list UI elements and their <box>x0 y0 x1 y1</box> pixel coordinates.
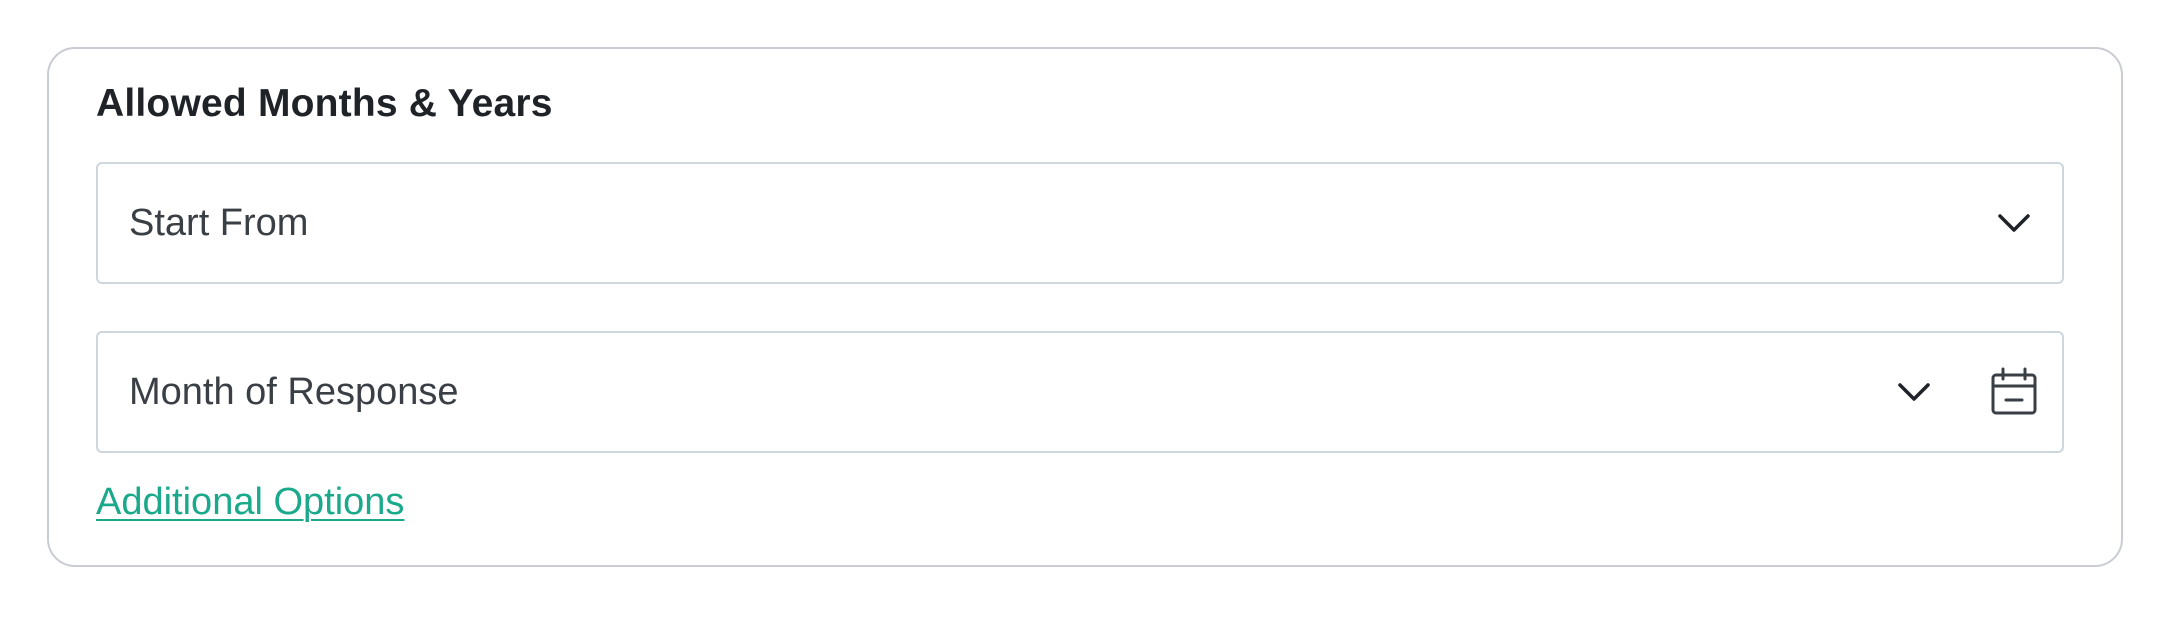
calendar-icon[interactable] <box>1986 364 2042 420</box>
start-from-select[interactable]: Start From <box>96 162 2064 284</box>
section-title: Allowed Months & Years <box>96 82 553 125</box>
allowed-months-years-card: Allowed Months & Years Start From Month … <box>47 47 2123 567</box>
chevron-down-icon <box>1998 214 2030 232</box>
chevron-down-icon <box>1898 383 1930 401</box>
month-of-response-select[interactable]: Month of Response <box>96 331 2064 453</box>
month-of-response-value: Month of Response <box>129 371 459 413</box>
additional-options-link[interactable]: Additional Options <box>96 481 404 524</box>
start-from-value: Start From <box>129 202 309 244</box>
